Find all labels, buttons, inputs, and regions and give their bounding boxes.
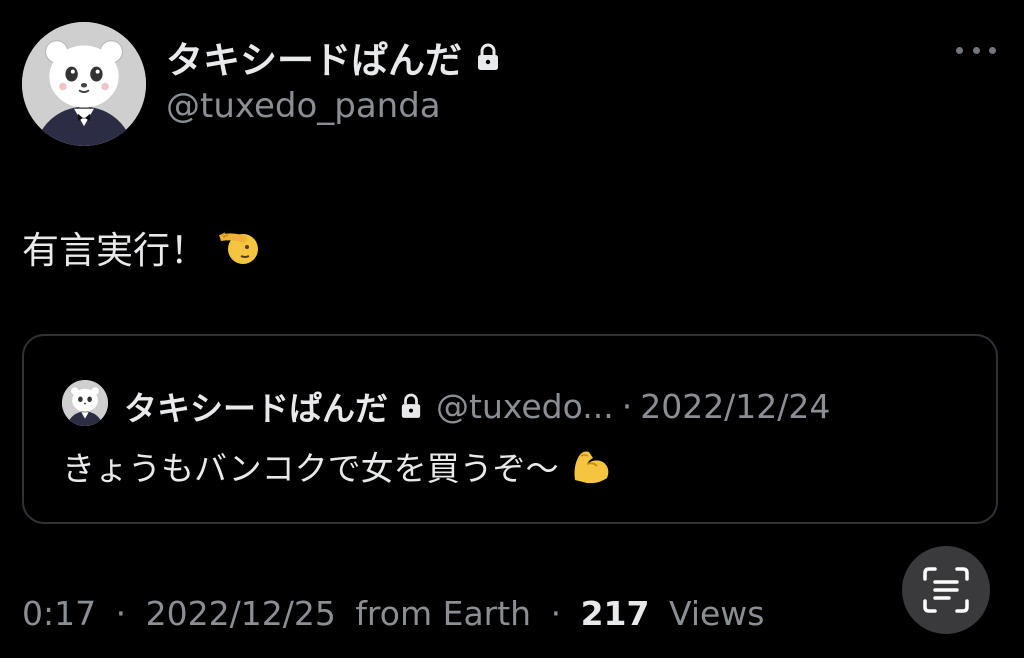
quoted-tweet-text: きょうもバンコクで女を買うぞ〜 <box>62 449 559 488</box>
quoted-author-avatar[interactable] <box>62 380 108 426</box>
quoted-tweet-card[interactable]: タキシードぱんだ @tuxedo... · 2022/12/24 きょうもバンコ… <box>22 334 998 524</box>
author-display-name[interactable]: タキシードぱんだ <box>166 30 462 84</box>
tweet-text: 有言実行！ <box>22 229 207 272</box>
quoted-tweet-text-row: きょうもバンコクで女を買うぞ〜 <box>62 442 615 490</box>
more-dot <box>956 46 963 54</box>
author-avatar[interactable] <box>22 22 146 146</box>
quoted-tweet-date[interactable]: 2022/12/24 <box>640 387 830 426</box>
more-dot <box>989 46 996 54</box>
separator-dot: · <box>621 386 633 426</box>
text-scan-button[interactable] <box>902 546 990 634</box>
tweet-source: from Earth <box>355 594 532 633</box>
more-dot <box>972 46 980 54</box>
panda-avatar-icon <box>62 380 108 426</box>
views-label[interactable]: Views <box>669 594 765 633</box>
lock-icon <box>400 392 422 420</box>
tweet-text-row: 有言実行！ <box>22 220 261 274</box>
quoted-author-name[interactable]: タキシードぱんだ <box>124 382 388 430</box>
quoted-tweet-header: タキシードぱんだ @tuxedo... · 2022/12/24 <box>124 382 830 430</box>
quoted-author-handle[interactable]: @tuxedo... <box>436 387 614 426</box>
panda-avatar-icon <box>22 22 146 146</box>
author-handle[interactable]: @tuxedo_panda <box>166 86 441 126</box>
lock-icon <box>476 42 500 72</box>
separator-dot: · <box>115 594 127 633</box>
saluting-face-icon <box>217 225 261 269</box>
flexed-biceps-icon <box>569 446 615 486</box>
tweet-meta: 0:17 · 2022/12/25 from Earth · 217 Views <box>22 594 765 633</box>
separator-dot: · <box>550 594 562 633</box>
more-icon[interactable] <box>956 40 996 60</box>
views-count[interactable]: 217 <box>581 594 650 633</box>
tweet-time[interactable]: 0:17 <box>22 594 96 633</box>
text-scan-icon <box>923 567 969 613</box>
author-display-name-row[interactable]: タキシードぱんだ <box>166 30 500 84</box>
tweet-date[interactable]: 2022/12/25 <box>146 594 336 633</box>
